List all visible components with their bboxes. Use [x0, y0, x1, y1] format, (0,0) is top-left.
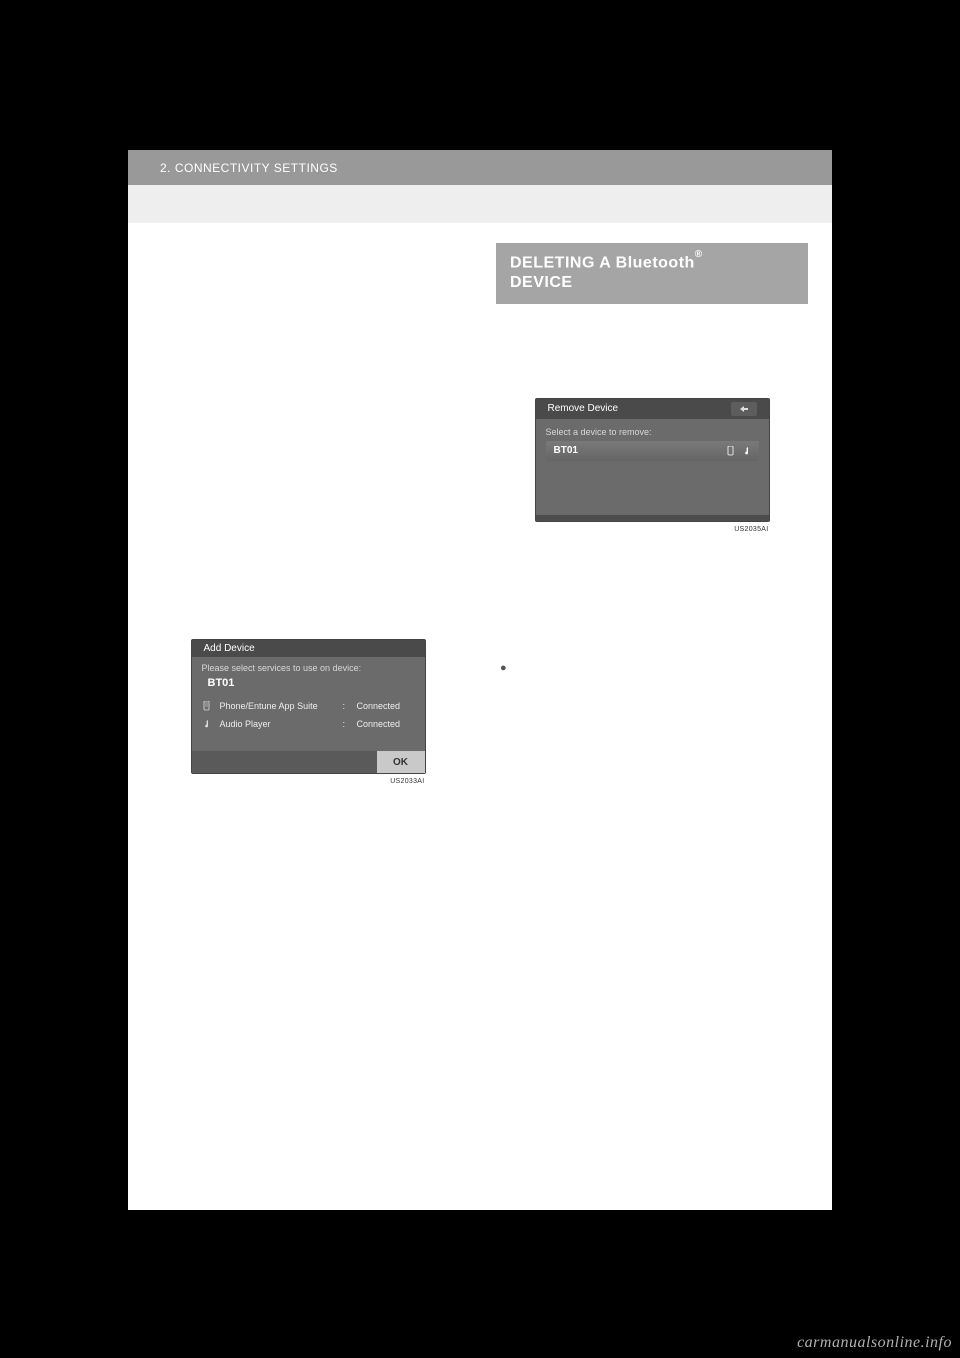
- phone-icon: [202, 701, 212, 711]
- spacer: [152, 243, 464, 633]
- right-column: DELETING A Bluetooth® DEVICE Remove Devi…: [496, 243, 808, 784]
- section-title: DELETING A Bluetooth® DEVICE: [510, 253, 794, 292]
- phone-icon: [727, 446, 735, 456]
- screen-title: Add Device: [204, 643, 255, 654]
- screen-titlebar: Add Device: [192, 640, 425, 657]
- service-status: Connected: [357, 701, 415, 711]
- colon: :: [343, 701, 349, 711]
- back-button[interactable]: [731, 402, 757, 416]
- music-note-icon: [743, 446, 751, 456]
- back-arrow-icon: [737, 404, 751, 414]
- spacer: [496, 532, 808, 662]
- two-column-body: Add Device Please select services to use…: [128, 223, 832, 784]
- bullet-marker: ●: [496, 662, 808, 674]
- add-device-screenshot: Add Device Please select services to use…: [191, 639, 426, 774]
- remove-device-screenshot: Remove Device Select a device to remove:…: [535, 398, 770, 522]
- screen-body: Please select services to use on device:…: [192, 657, 425, 735]
- title-text-1: DELETING A Bluetooth: [510, 254, 695, 271]
- ok-button[interactable]: OK: [377, 751, 425, 773]
- image-id-label: US2035AI: [734, 526, 768, 533]
- registered-mark: ®: [695, 249, 703, 260]
- screen-bottom-bar: OK: [192, 751, 425, 773]
- screen-prompt: Select a device to remove:: [546, 427, 759, 437]
- manual-page: 2. CONNECTIVITY SETTINGS Add Device Plea…: [128, 150, 832, 1210]
- screen-prompt: Please select services to use on device:: [202, 663, 415, 673]
- screen-titlebar: Remove Device: [536, 399, 769, 419]
- section-title-box: DELETING A Bluetooth® DEVICE: [496, 243, 808, 304]
- title-text-2: DEVICE: [510, 274, 573, 291]
- music-note-icon: [202, 719, 212, 729]
- spacer: [496, 314, 808, 392]
- device-list-item[interactable]: BT01: [546, 441, 759, 461]
- service-row-audio[interactable]: Audio Player : Connected: [202, 715, 415, 733]
- device-name-label: BT01: [554, 445, 578, 456]
- left-column: Add Device Please select services to use…: [152, 243, 464, 784]
- watermark: carmanualsonline.info: [797, 1334, 952, 1352]
- service-label: Audio Player: [220, 719, 335, 729]
- screen-title: Remove Device: [548, 403, 619, 414]
- device-capability-icons: [727, 446, 751, 456]
- screen-bottom-bar: [536, 515, 769, 521]
- service-status: Connected: [357, 719, 415, 729]
- subheader-band: [128, 185, 832, 223]
- breadcrumb: 2. CONNECTIVITY SETTINGS: [160, 161, 338, 175]
- service-label: Phone/Entune App Suite: [220, 701, 335, 711]
- service-row-phone[interactable]: Phone/Entune App Suite : Connected: [202, 697, 415, 715]
- screen-body: Select a device to remove: BT01: [536, 419, 769, 515]
- section-header: 2. CONNECTIVITY SETTINGS: [128, 150, 832, 185]
- image-id-label: US2033AI: [390, 778, 424, 785]
- colon: :: [343, 719, 349, 729]
- device-name-label: BT01: [208, 677, 415, 689]
